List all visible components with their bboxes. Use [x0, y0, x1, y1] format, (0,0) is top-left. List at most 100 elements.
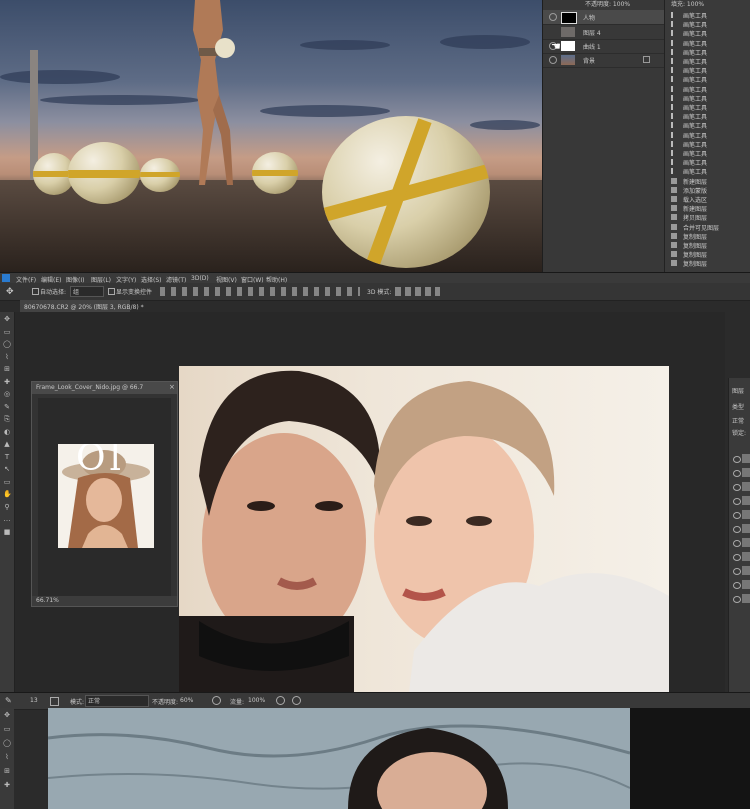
blend-mode[interactable]: 正常 [732, 416, 744, 425]
history-state-icon [671, 223, 677, 230]
layers-tab-label[interactable]: 图层 [732, 386, 744, 395]
history-state-icon [671, 196, 677, 202]
brush-tool-icon[interactable]: ✎ [3, 403, 11, 411]
clone-stamp-tool-icon[interactable]: ⎘ [3, 416, 11, 423]
eye-icon[interactable] [733, 456, 741, 463]
dark-panel-area [630, 708, 750, 809]
fill-label[interactable]: 填充: 100% [671, 0, 704, 8]
layer-thumbnail [742, 496, 750, 505]
brush-tool-icon[interactable]: ✎ [5, 696, 12, 705]
marquee-tool-icon[interactable]: ▭ [3, 328, 11, 336]
quick-select-tool-icon[interactable]: ⌇ [3, 754, 11, 761]
type-tool-icon[interactable]: T [3, 453, 11, 461]
kind-filter[interactable]: 类型 [732, 402, 744, 411]
hand-tool-icon[interactable]: ✋ [3, 491, 12, 498]
eyedropper-tool-icon[interactable]: ✚ [3, 782, 11, 789]
floating-window-title: Frame_Look_Cover_Nido.jpg @ 66.7 [36, 384, 144, 391]
quick-select-tool-icon[interactable]: ⌇ [3, 353, 11, 361]
lasso-tool-icon[interactable]: ◯ [3, 341, 11, 348]
brush-icon [671, 48, 679, 55]
airbrush-icon[interactable] [276, 696, 285, 705]
volleyball [252, 152, 298, 194]
lasso-tool-icon[interactable]: ◯ [3, 740, 11, 747]
layers-opacity-label[interactable]: 不透明度: 100% [585, 0, 630, 8]
eye-icon[interactable] [733, 470, 741, 477]
gradient-tool-icon[interactable]: ▲ [3, 441, 11, 448]
color-swatch-icon[interactable]: ■ [3, 528, 11, 536]
eye-icon[interactable] [733, 596, 741, 603]
eye-icon[interactable] [733, 554, 741, 561]
auto-select-dropdown[interactable]: 组 [70, 286, 104, 297]
history-state-icon [671, 177, 677, 184]
beach-canvas-image[interactable] [0, 0, 542, 272]
eye-icon[interactable] [549, 13, 557, 21]
document-title: 80670678.CR2 @ 20% (图层 3, RGB/8) * [24, 304, 144, 311]
eye-icon[interactable] [733, 540, 741, 547]
show-transform-checkbox[interactable] [108, 288, 115, 295]
volleyball [140, 158, 180, 192]
eye-icon[interactable] [733, 526, 741, 533]
layer-row[interactable]: 人物 [543, 10, 665, 25]
path-select-tool-icon[interactable]: ↖ [3, 466, 11, 473]
eye-icon[interactable] [733, 582, 741, 589]
floating-window-titlebar[interactable]: Frame_Look_Cover_Nido.jpg @ 66.7 × [32, 382, 177, 394]
brush-icon [671, 159, 679, 166]
shape-tool-icon[interactable]: ▭ [3, 478, 11, 486]
floating-canvas[interactable]: Ol [38, 398, 171, 598]
crop-tool-icon[interactable]: ⊞ [3, 366, 11, 373]
eye-icon[interactable] [549, 56, 557, 64]
eye-icon[interactable] [733, 498, 741, 505]
pressure-opacity-icon[interactable] [212, 696, 221, 705]
brush-icon [671, 150, 679, 156]
eraser-tool-icon[interactable]: ◐ [3, 428, 11, 436]
floating-status-bar: 66.71% [32, 596, 177, 606]
brush-icon [671, 30, 679, 37]
move-tool-icon[interactable]: ✥ [6, 287, 14, 297]
pressure-size-icon[interactable] [292, 696, 301, 705]
flow-value[interactable]: 100% [248, 697, 265, 704]
crop-tool-icon[interactable]: ⊞ [3, 768, 11, 775]
layer-row[interactable]: 曲线 1 [543, 39, 665, 54]
layer-thumbnail [742, 468, 750, 477]
auto-select-checkbox[interactable] [32, 288, 39, 295]
brush-icon [671, 76, 679, 83]
opacity-value[interactable]: 60% [180, 697, 193, 704]
layer-row[interactable]: 背景 [543, 53, 665, 68]
history-state-icon [671, 260, 677, 267]
zoom-tool-icon[interactable]: ⚲ [3, 503, 11, 511]
layer-thumbnail [742, 580, 750, 589]
portrait-canvas-image[interactable] [179, 366, 669, 692]
brush-icon [671, 113, 679, 120]
brush-size[interactable]: 13 [30, 697, 38, 704]
layer-name: 曲线 1 [583, 44, 601, 51]
eye-icon[interactable] [733, 568, 741, 575]
lock-icon [643, 56, 650, 63]
move-tool-icon[interactable]: ✥ [3, 316, 11, 323]
eyedropper-tool-icon[interactable]: ✚ [3, 378, 11, 386]
eye-icon[interactable] [733, 512, 741, 519]
layer-row[interactable]: 图层 4 [543, 25, 665, 40]
layer-thumbnail [742, 566, 750, 575]
bottom-canvas-image[interactable] [48, 708, 630, 809]
ps-logo-icon [2, 274, 10, 282]
move-tool-icon[interactable]: ✥ [3, 712, 11, 719]
more-tools-icon[interactable]: … [3, 516, 11, 523]
mode-dropdown[interactable]: 正常 [85, 695, 149, 707]
brush-icon [671, 21, 679, 28]
volleyball [68, 142, 140, 204]
volleyball-large [322, 116, 490, 268]
marquee-tool-icon[interactable]: ▭ [3, 726, 11, 733]
brush-panel-icon[interactable] [50, 697, 59, 706]
history-item[interactable]: 复制图层 [665, 258, 750, 268]
layer-thumbnail [742, 482, 750, 491]
layers-panel: 不透明度: 100% 人物 图层 4 曲线 1 背景 ☚ [542, 0, 665, 272]
close-icon[interactable]: × [169, 383, 175, 391]
document-tab[interactable]: 80670678.CR2 @ 20% (图层 3, RGB/8) * [20, 300, 144, 312]
floating-document-window[interactable]: Frame_Look_Cover_Nido.jpg @ 66.7 × Ol 66… [31, 381, 178, 607]
menu-item[interactable]: 3D(D) [191, 275, 209, 282]
healing-tool-icon[interactable]: ◎ [3, 391, 11, 398]
zoom-level[interactable]: 66.71% [36, 597, 59, 604]
brush-icon [671, 140, 679, 147]
hand-cursor-icon: ☚ [551, 40, 561, 53]
eye-icon[interactable] [733, 484, 741, 491]
